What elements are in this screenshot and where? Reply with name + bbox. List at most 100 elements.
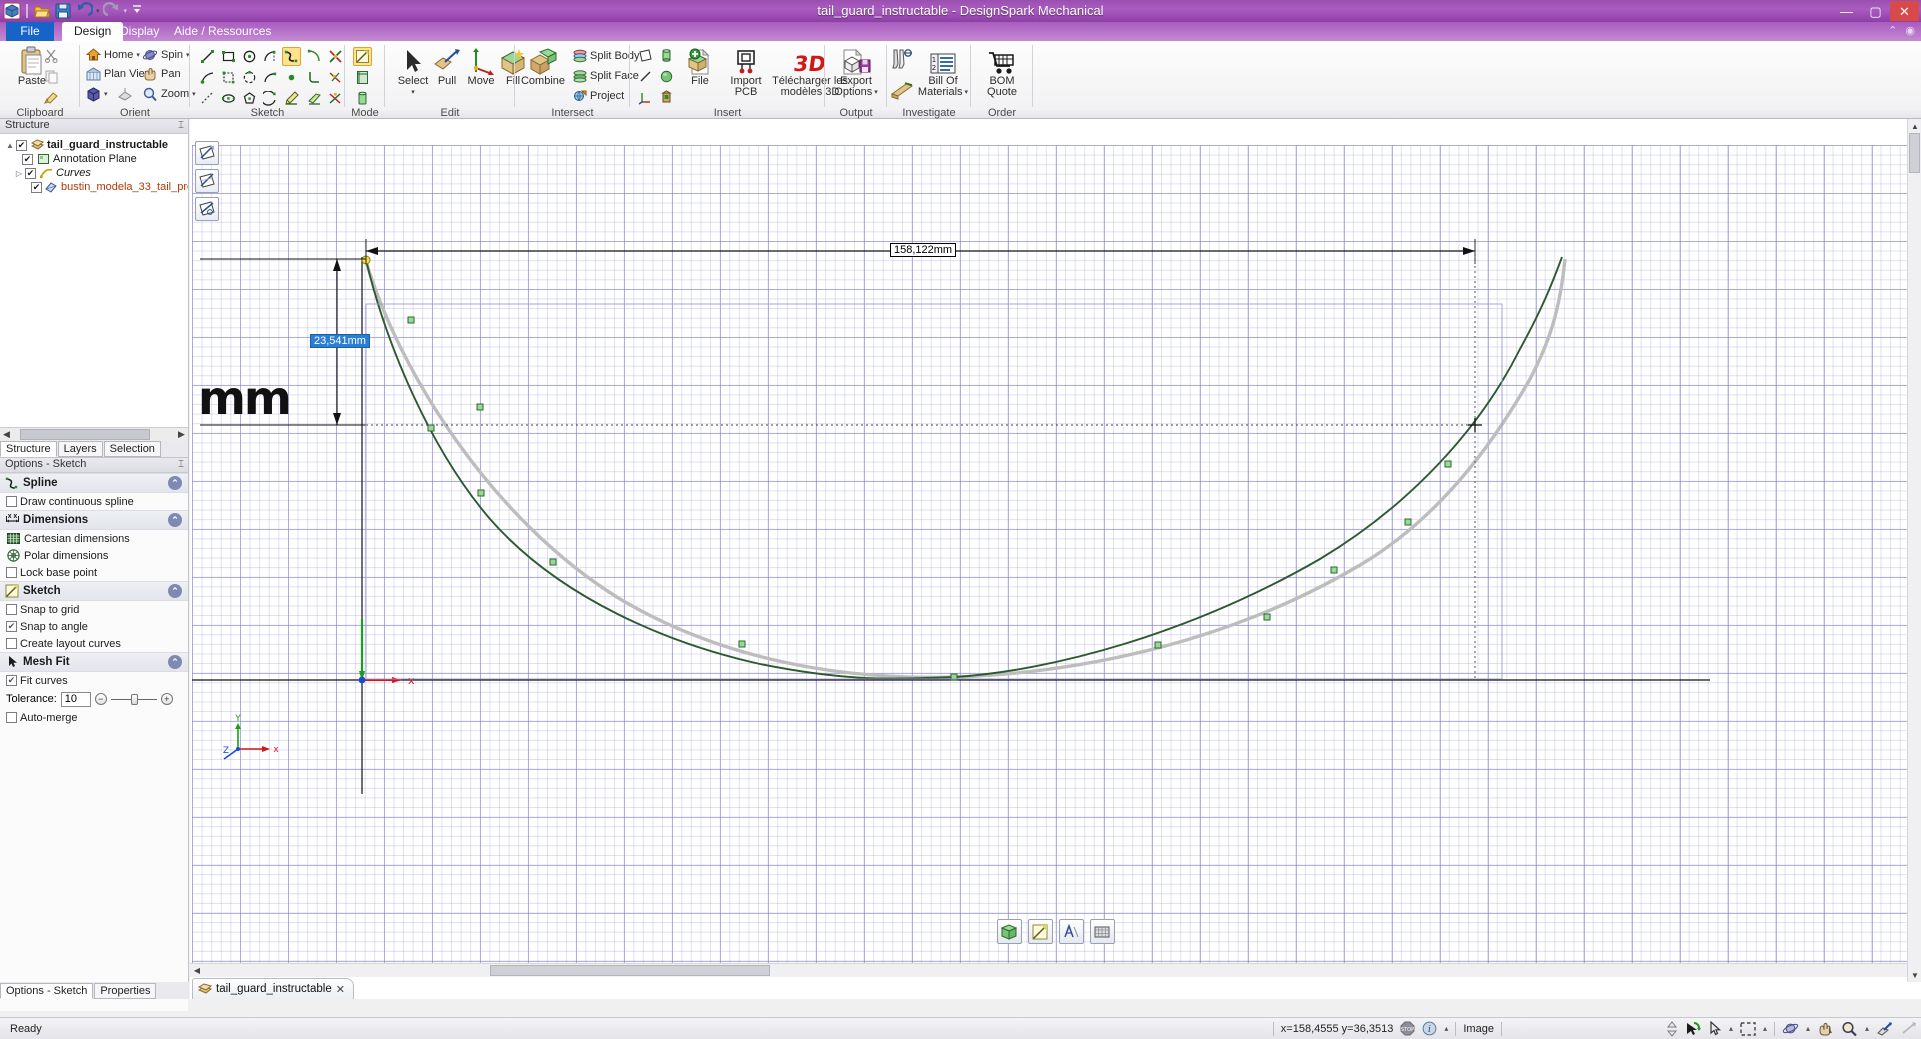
pull-tool-icon[interactable] xyxy=(1876,1021,1893,1036)
measure-button[interactable] xyxy=(889,46,915,72)
ribbon-help-icon[interactable]: ◉ xyxy=(1905,24,1915,37)
collapse-chevron-icon[interactable]: ⌃ xyxy=(168,584,182,598)
bom-dropdown-icon[interactable]: ▾ xyxy=(965,87,969,98)
checkbox[interactable] xyxy=(6,604,17,615)
spin-button[interactable]: Spin ▾ xyxy=(142,47,190,63)
move-tool-icon[interactable] xyxy=(1900,1021,1917,1036)
section-mode-button[interactable] xyxy=(353,68,372,87)
scroll-left-icon[interactable]: ◀ xyxy=(190,966,204,975)
insert-shell-button[interactable] xyxy=(657,88,676,107)
section-header-spline[interactable]: Spline ⌃ xyxy=(0,473,188,493)
export-dropdown-icon[interactable]: ▾ xyxy=(874,87,878,98)
vertical-dimension-label[interactable]: 23,541mm xyxy=(310,334,370,348)
grid-view-button[interactable] xyxy=(1090,919,1115,944)
tree-item-annotation-plane[interactable]: ✔ Annotation Plane xyxy=(0,152,188,166)
home-button[interactable]: Home ▾ xyxy=(86,47,140,63)
checkbox[interactable]: ✔ xyxy=(6,675,17,686)
tab-aide-ressources[interactable]: Aide / Ressources xyxy=(162,22,283,41)
project-to-sketch-button[interactable] xyxy=(305,89,324,108)
collapse-chevron-icon[interactable]: ⌃ xyxy=(168,476,182,490)
option-fit-curves[interactable]: ✔ Fit curves xyxy=(0,672,188,689)
pin-icon[interactable]: ⌶ xyxy=(178,120,184,131)
tab-properties[interactable]: Properties xyxy=(94,983,156,999)
sketch-view-button[interactable] xyxy=(1028,919,1053,944)
insert-cylinder-button[interactable] xyxy=(657,46,676,65)
spin-dropdown-icon[interactable]: ▴ xyxy=(1806,1024,1810,1033)
canvas-vertical-scrollbar[interactable]: ▲ ▼ xyxy=(1907,119,1921,982)
spin-icon[interactable] xyxy=(1782,1021,1799,1036)
expand-status-icon[interactable]: ▴ xyxy=(1444,1024,1448,1033)
structure-horizontal-scrollbar[interactable]: ◀ ▶ xyxy=(0,427,188,441)
expander-icon[interactable]: ▲ xyxy=(4,141,16,150)
pan-button[interactable]: Pan xyxy=(142,66,181,82)
tab-selection[interactable]: Selection xyxy=(104,441,161,457)
trim-tool-button[interactable] xyxy=(326,47,345,66)
option-lock-base-point[interactable]: Lock base point xyxy=(0,564,188,581)
tree-item-bustin-modela-33-tail-profile[interactable]: ✔ bustin_modela_33_tail_profile xyxy=(0,180,188,194)
zoom-button[interactable]: Zoom ▾ xyxy=(142,86,196,102)
section-header-dimensions[interactable]: X X Dimensions ⌃ xyxy=(0,510,188,530)
select-dropdown-icon[interactable]: ▾ xyxy=(411,87,415,98)
tree-checkbox[interactable]: ✔ xyxy=(16,140,27,151)
maximize-button[interactable]: ▢ xyxy=(1861,1,1890,21)
canvas-horizontal-scrollbar[interactable]: ◀ xyxy=(190,963,1907,977)
insert-file-button[interactable]: File xyxy=(678,46,722,87)
solid-view-button[interactable] xyxy=(997,919,1022,944)
polygon-tool-button[interactable] xyxy=(219,68,238,87)
tab-options-sketch[interactable]: Options - Sketch xyxy=(0,983,93,999)
insert-origin-button[interactable] xyxy=(636,88,655,107)
tree-item-curves[interactable]: ▷ ✔ Curves xyxy=(0,166,188,180)
collapse-chevron-icon[interactable]: ⌃ xyxy=(168,513,182,527)
tree-checkbox[interactable]: ✔ xyxy=(25,168,36,179)
option-polar-dimensions[interactable]: Polar dimensions xyxy=(0,547,188,564)
checkbox[interactable] xyxy=(6,712,17,723)
import-pcb-button[interactable]: Import PCB xyxy=(722,46,770,98)
sweep-arc-button[interactable] xyxy=(261,89,280,108)
section-header-mesh-fit[interactable]: Mesh Fit ⌃ xyxy=(0,652,188,672)
collapse-chevron-icon[interactable]: ⌃ xyxy=(168,655,182,669)
sketch-mode-button[interactable] xyxy=(353,47,372,66)
scroll-thumb[interactable] xyxy=(490,965,770,976)
option-snap-to-grid[interactable]: Snap to grid xyxy=(0,601,188,618)
insert-plane-button[interactable] xyxy=(636,46,655,65)
select-dropdown-icon[interactable]: ▴ xyxy=(1729,1024,1733,1033)
checkbox[interactable] xyxy=(6,496,17,507)
checkbox[interactable] xyxy=(6,567,17,578)
tangent-arc-tool-button[interactable] xyxy=(305,47,324,66)
spline-tool-button[interactable] xyxy=(282,47,301,66)
format-painter-button[interactable] xyxy=(42,88,61,107)
three-point-circle-button[interactable] xyxy=(240,68,259,87)
stop-icon[interactable]: STOP xyxy=(1400,1021,1415,1036)
tab-file[interactable]: File xyxy=(6,22,54,41)
scroll-down-icon[interactable]: ▼ xyxy=(1908,968,1921,982)
close-button[interactable]: ✕ xyxy=(1890,1,1919,21)
mass-properties-button[interactable] xyxy=(889,77,915,103)
edit-sketch-button[interactable] xyxy=(282,89,301,108)
combine-button[interactable]: Combine xyxy=(515,46,571,87)
box-select-dropdown-icon[interactable]: ▴ xyxy=(1763,1024,1767,1033)
tolerance-slider-thumb[interactable] xyxy=(131,694,138,705)
tab-structure[interactable]: Structure xyxy=(0,441,57,457)
option-snap-to-angle[interactable]: ✔ Snap to angle xyxy=(0,618,188,635)
insert-axis-button[interactable] xyxy=(636,67,655,86)
tree-checkbox[interactable]: ✔ xyxy=(22,154,33,165)
tab-layers[interactable]: Layers xyxy=(58,441,103,457)
minimize-button[interactable]: — xyxy=(1832,1,1861,21)
ribbon-minimize-icon[interactable]: ⌃ xyxy=(1888,24,1897,37)
tree-item-tail-guard-instructable[interactable]: ▲ ✔ tail_guard_instructable xyxy=(0,138,188,152)
document-tab[interactable]: tail_guard_instructable ✕ xyxy=(192,978,354,999)
sketch-grid-tool-button[interactable] xyxy=(195,169,219,193)
split-curve-button[interactable] xyxy=(326,89,345,108)
tolerance-input[interactable] xyxy=(61,692,91,707)
tolerance-slider[interactable] xyxy=(111,699,157,700)
circle-tool-button[interactable] xyxy=(240,47,259,66)
point-tool-button[interactable] xyxy=(282,68,301,87)
sketch-move-grid-tool-button[interactable] xyxy=(195,197,219,221)
pan-icon[interactable] xyxy=(1817,1021,1834,1036)
arc-three-point-button[interactable] xyxy=(261,68,280,87)
rectangle-tool-button[interactable] xyxy=(219,47,238,66)
home-dropdown-icon[interactable]: ▾ xyxy=(136,51,140,59)
polygon-shape-button[interactable] xyxy=(240,89,259,108)
export-options-button[interactable]: Export Options ▾ xyxy=(828,46,884,98)
spin-up-down-icon[interactable] xyxy=(1666,1021,1678,1037)
